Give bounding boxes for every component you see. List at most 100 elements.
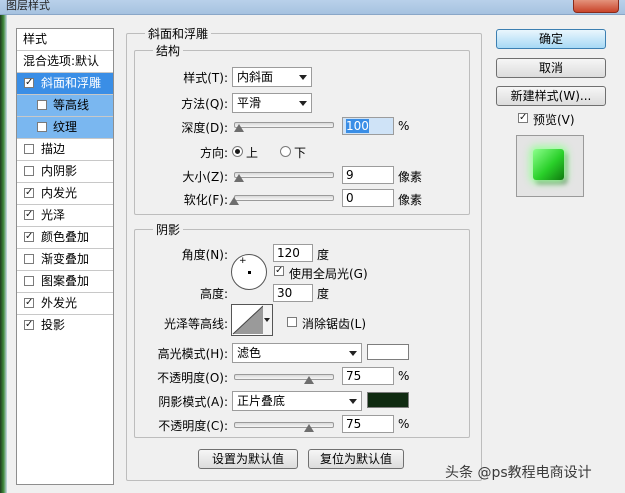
sidebar-item-texture[interactable]: 纹理 <box>17 117 113 139</box>
make-default-button[interactable]: 设置为默认值 <box>198 449 298 469</box>
depth-input[interactable]: 100 <box>342 117 394 135</box>
bevel-emboss-title: 斜面和浮雕 <box>145 25 212 42</box>
soften-slider-thumb[interactable] <box>229 197 239 205</box>
sidebar-item-color-overlay[interactable]: ✓ 颜色叠加 <box>17 227 113 249</box>
inner-shadow-checkbox[interactable] <box>24 166 34 176</box>
ok-button[interactable]: 确定 <box>496 29 606 49</box>
technique-label: 方法(Q): <box>181 97 228 111</box>
style-preview-thumbnail <box>516 135 584 197</box>
soften-slider[interactable] <box>234 195 334 201</box>
technique-dropdown[interactable]: 平滑 <box>232 93 312 113</box>
size-slider-thumb[interactable] <box>234 174 244 182</box>
shadow-opacity-input[interactable]: 75 <box>342 415 394 433</box>
title-bar: 图层样式 <box>0 0 625 15</box>
angle-unit: 度 <box>317 248 330 262</box>
texture-checkbox[interactable] <box>37 122 47 132</box>
anti-alias-checkbox[interactable] <box>287 317 297 327</box>
global-light-checkbox[interactable]: ✓ <box>274 266 284 276</box>
depth-unit: % <box>398 119 410 133</box>
chevron-down-icon <box>299 101 307 106</box>
gloss-contour-picker[interactable] <box>231 304 265 336</box>
angle-dial[interactable]: + <box>231 254 267 290</box>
highlight-opacity-unit: % <box>398 369 410 383</box>
shadow-opacity-slider-thumb[interactable] <box>304 424 314 432</box>
highlight-opacity-slider-thumb[interactable] <box>304 376 314 384</box>
direction-down-label: 下 <box>294 146 307 160</box>
direction-up-label: 上 <box>246 146 259 160</box>
linear-contour-icon <box>232 305 264 335</box>
sidebar-item-pattern-overlay[interactable]: 图案叠加 <box>17 271 113 293</box>
soften-label: 软化(F): <box>183 193 228 207</box>
global-light-label: 使用全局光(G) <box>289 267 368 281</box>
color-overlay-checkbox[interactable]: ✓ <box>24 232 34 242</box>
preview-checkbox[interactable]: ✓ <box>518 113 528 123</box>
pattern-overlay-checkbox[interactable] <box>24 276 34 286</box>
highlight-mode-dropdown[interactable]: 滤色 <box>232 343 362 363</box>
sidebar-item-bevel-emboss[interactable]: ✓ 斜面和浮雕 <box>17 73 113 95</box>
direction-up-radio[interactable] <box>232 146 243 157</box>
sidebar-item-satin[interactable]: ✓ 光泽 <box>17 205 113 227</box>
sidebar-item-gradient-overlay[interactable]: 渐变叠加 <box>17 249 113 271</box>
styles-list-header: 样式 <box>17 29 113 51</box>
style-dropdown[interactable]: 内斜面 <box>232 67 312 87</box>
drop-shadow-checkbox[interactable]: ✓ <box>24 320 34 330</box>
style-label: 样式(T): <box>183 71 228 85</box>
outer-glow-checkbox[interactable]: ✓ <box>24 298 34 308</box>
shadow-opacity-slider[interactable] <box>234 422 334 428</box>
sidebar-item-outer-glow[interactable]: ✓ 外发光 <box>17 293 113 315</box>
new-style-button[interactable]: 新建样式(W)... <box>496 86 606 106</box>
cancel-button[interactable]: 取消 <box>496 58 606 78</box>
watermark-text: 头条 @ps教程电商设计 <box>445 465 592 481</box>
size-label: 大小(Z): <box>182 170 228 184</box>
highlight-opacity-input[interactable]: 75 <box>342 367 394 385</box>
depth-slider-thumb[interactable] <box>234 124 244 132</box>
sidebar-item-drop-shadow[interactable]: ✓ 投影 <box>17 315 113 337</box>
size-input[interactable]: 9 <box>342 166 394 184</box>
depth-slider[interactable] <box>234 122 334 128</box>
background-edge <box>0 15 7 493</box>
sidebar-item-inner-glow[interactable]: ✓ 内发光 <box>17 183 113 205</box>
gradient-overlay-checkbox[interactable] <box>24 254 34 264</box>
shadow-color-swatch[interactable] <box>367 392 409 408</box>
stroke-checkbox[interactable] <box>24 144 34 154</box>
highlight-opacity-slider[interactable] <box>234 374 334 380</box>
styles-list: 样式 混合选项:默认 ✓ 斜面和浮雕 等高线 纹理 描边 内阴影 ✓ 内发光 ✓… <box>16 28 114 485</box>
shading-title: 阴影 <box>153 221 184 238</box>
altitude-input[interactable]: 30 <box>273 284 313 302</box>
highlight-color-swatch[interactable] <box>367 344 409 360</box>
chevron-down-icon <box>349 399 357 404</box>
highlight-opacity-label: 不透明度(O): <box>157 371 228 385</box>
angle-crosshair-icon: + <box>239 256 247 266</box>
preview-label: 预览(V) <box>533 113 575 127</box>
angle-input[interactable]: 120 <box>273 244 313 262</box>
sidebar-item-stroke[interactable]: 描边 <box>17 139 113 161</box>
size-slider[interactable] <box>234 172 334 178</box>
altitude-label: 高度: <box>199 287 228 301</box>
inner-glow-checkbox[interactable]: ✓ <box>24 188 34 198</box>
shadow-mode-label: 阴影模式(A): <box>158 395 228 409</box>
angle-center-dot <box>248 271 251 274</box>
satin-checkbox[interactable]: ✓ <box>24 210 34 220</box>
soften-input[interactable]: 0 <box>342 189 394 207</box>
shadow-opacity-unit: % <box>398 417 410 431</box>
gloss-contour-dropdown[interactable] <box>263 304 273 336</box>
direction-label: 方向: <box>199 146 228 160</box>
close-button[interactable] <box>573 0 619 13</box>
direction-down-radio[interactable] <box>280 146 291 157</box>
structure-title: 结构 <box>153 42 184 59</box>
size-unit: 像素 <box>398 170 423 184</box>
preview-swatch <box>533 149 564 180</box>
chevron-down-icon <box>264 318 270 322</box>
shadow-mode-dropdown[interactable]: 正片叠底 <box>232 391 362 411</box>
window-title: 图层样式 <box>6 0 50 12</box>
bevel-emboss-checkbox[interactable]: ✓ <box>24 78 34 88</box>
sidebar-item-contour[interactable]: 等高线 <box>17 95 113 117</box>
chevron-down-icon <box>349 351 357 356</box>
highlight-mode-label: 高光模式(H): <box>157 347 228 361</box>
reset-default-button[interactable]: 复位为默认值 <box>308 449 404 469</box>
contour-checkbox[interactable] <box>37 100 47 110</box>
depth-label: 深度(D): <box>181 121 228 135</box>
sidebar-item-inner-shadow[interactable]: 内阴影 <box>17 161 113 183</box>
soften-unit: 像素 <box>398 193 423 207</box>
sidebar-item-blending-options[interactable]: 混合选项:默认 <box>17 51 113 73</box>
